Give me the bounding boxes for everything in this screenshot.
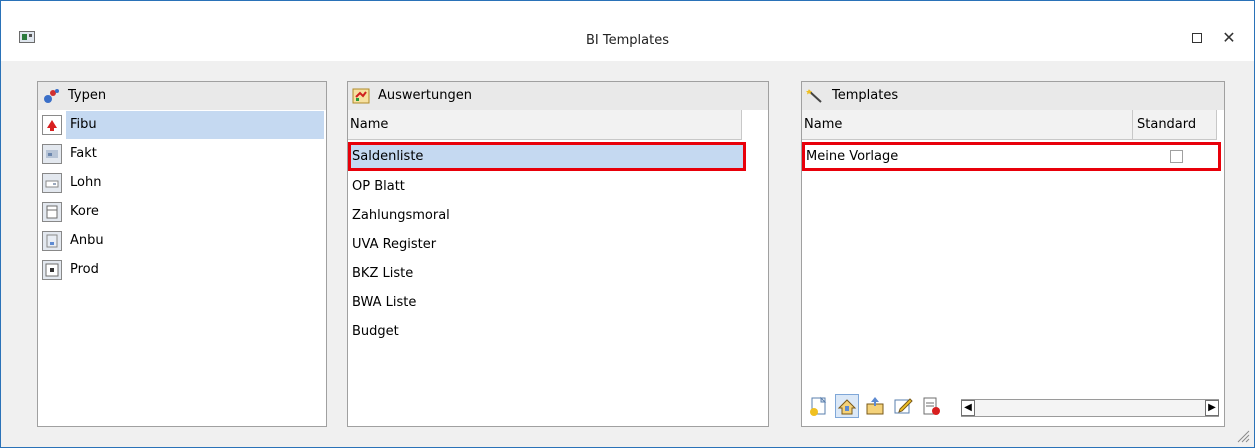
typen-item-kore[interactable]: Kore xyxy=(40,198,324,226)
templates-panel: Templates Name Standard Meine Vorlage ◀ … xyxy=(801,81,1225,427)
auswertungen-header: Auswertungen xyxy=(348,82,768,110)
standard-checkbox[interactable] xyxy=(1170,150,1183,163)
auswertungen-item-zahlungsmoral[interactable]: Zahlungsmoral xyxy=(348,201,746,230)
templates-header: Templates xyxy=(802,82,1224,110)
typen-item-label: Kore xyxy=(70,204,99,219)
window-title: BI Templates xyxy=(586,33,669,48)
typen-panel: Typen Fibu Fakt Lohn Kore Anbu Prod xyxy=(37,81,327,427)
fakt-icon xyxy=(42,144,62,164)
delete-template-icon[interactable] xyxy=(920,395,942,417)
typen-item-label: Anbu xyxy=(70,233,104,248)
typen-header: Typen xyxy=(38,82,326,110)
auswertungen-item-bkz-liste[interactable]: BKZ Liste xyxy=(348,259,746,288)
anbu-icon xyxy=(42,231,62,251)
title-bar: BI Templates ✕ xyxy=(1,1,1254,61)
export-template-icon[interactable] xyxy=(864,395,886,417)
typen-item-anbu[interactable]: Anbu xyxy=(40,227,324,255)
magic-wand-icon xyxy=(806,89,822,103)
typen-item-label: Prod xyxy=(70,262,99,277)
horizontal-scrollbar[interactable]: ◀ ▶ xyxy=(961,399,1219,417)
new-template-icon[interactable] xyxy=(808,395,830,417)
templates-header-label: Templates xyxy=(832,88,899,103)
auswertungen-item-budget[interactable]: Budget xyxy=(348,317,746,346)
typen-item-label: Fakt xyxy=(70,146,97,161)
reports-icon xyxy=(352,88,370,104)
typen-item-lohn[interactable]: Lohn xyxy=(40,169,324,197)
scroll-left-icon[interactable]: ◀ xyxy=(961,400,975,416)
close-button[interactable]: ✕ xyxy=(1219,28,1239,48)
typen-header-label: Typen xyxy=(68,88,107,103)
auswertungen-column-name[interactable]: Name xyxy=(348,110,742,140)
typen-item-prod[interactable]: Prod xyxy=(40,256,324,284)
scroll-right-icon[interactable]: ▶ xyxy=(1205,400,1219,416)
kore-icon xyxy=(42,202,62,222)
auswertungen-header-label: Auswertungen xyxy=(378,88,472,103)
import-template-icon[interactable] xyxy=(835,394,859,418)
edit-template-icon[interactable] xyxy=(892,395,914,417)
auswertungen-item-uva-register[interactable]: UVA Register xyxy=(348,230,746,259)
types-icon xyxy=(44,89,59,103)
maximize-icon xyxy=(1192,33,1202,43)
templates-column-standard[interactable]: Standard xyxy=(1133,110,1217,140)
bi-templates-window: BI Templates ✕ Typen Fibu Fakt Lohn Kore… xyxy=(0,0,1255,448)
resize-grip-icon[interactable] xyxy=(1236,429,1250,443)
auswertungen-item-op-blatt[interactable]: OP Blatt xyxy=(348,172,746,201)
templates-column-name[interactable]: Name xyxy=(802,110,1133,140)
auswertungen-item-saldenliste[interactable]: Saldenliste xyxy=(348,142,746,171)
lohn-icon xyxy=(42,173,62,193)
prod-icon xyxy=(42,260,62,280)
templates-row[interactable]: Meine Vorlage xyxy=(802,142,1221,171)
typen-item-label: Lohn xyxy=(70,175,102,190)
template-name: Meine Vorlage xyxy=(806,149,899,164)
fibu-icon xyxy=(42,115,62,135)
auswertungen-item-bwa-liste[interactable]: BWA Liste xyxy=(348,288,746,317)
typen-item-label: Fibu xyxy=(66,111,324,139)
typen-item-fakt[interactable]: Fakt xyxy=(40,140,324,168)
typen-item-fibu[interactable]: Fibu xyxy=(40,111,324,139)
auswertungen-panel: Auswertungen Name Saldenliste OP Blatt Z… xyxy=(347,81,769,427)
maximize-button[interactable] xyxy=(1187,28,1207,48)
